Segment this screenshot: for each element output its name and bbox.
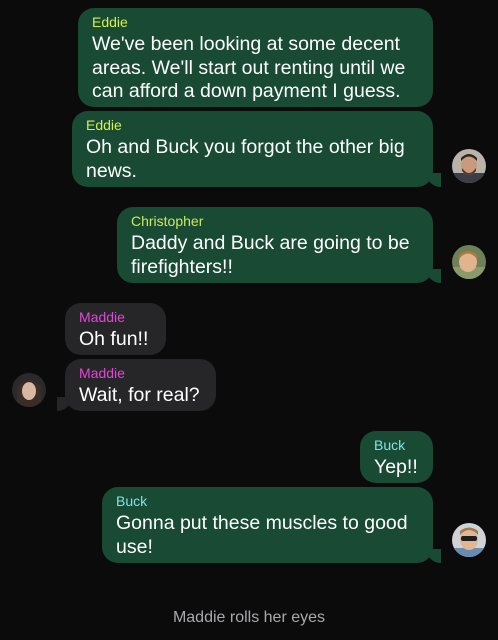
- sender-name: Maddie: [79, 365, 125, 381]
- sender-name: Buck: [116, 493, 148, 509]
- message-text: Oh fun!!: [79, 328, 149, 350]
- avatar-image: [452, 149, 486, 183]
- bubble-tail: [57, 397, 71, 411]
- sender-name: Eddie: [92, 14, 128, 30]
- avatar-image: [452, 245, 486, 279]
- bubble-tail: [427, 173, 441, 187]
- sender-name: Buck: [374, 437, 406, 453]
- message-bubble-eddie[interactable]: Eddie We've been looking at some decent …: [78, 8, 433, 107]
- message-text: Yep!!: [374, 456, 418, 478]
- message-text: Oh and Buck you forgot the other big new…: [86, 136, 405, 182]
- message-bubble-eddie[interactable]: Eddie Oh and Buck you forgot the other b…: [72, 111, 433, 187]
- bubble-tail: [427, 269, 441, 283]
- message-text: Daddy and Buck are going to be firefight…: [131, 232, 410, 278]
- message-bubble-maddie[interactable]: Maddie Oh fun!!: [65, 303, 166, 355]
- message-text: Gonna put these muscles to good use!: [116, 512, 408, 558]
- message-text: We've been looking at some decent areas.…: [92, 33, 406, 102]
- buck-avatar[interactable]: [452, 523, 486, 557]
- message-bubble-christopher[interactable]: Christopher Daddy and Buck are going to …: [117, 207, 433, 283]
- message-bubble-buck[interactable]: Buck Yep!!: [360, 431, 433, 483]
- sender-name: Christopher: [131, 213, 204, 229]
- message-text: Wait, for real?: [79, 384, 200, 406]
- message-bubble-buck[interactable]: Buck Gonna put these muscles to good use…: [102, 487, 433, 563]
- sender-name: Maddie: [79, 309, 125, 325]
- eddie-avatar[interactable]: [452, 149, 486, 183]
- sender-name: Eddie: [86, 117, 122, 133]
- avatar-image: [452, 523, 486, 557]
- message-bubble-maddie[interactable]: Maddie Wait, for real?: [65, 359, 216, 411]
- avatar-image: [12, 373, 46, 407]
- christopher-avatar[interactable]: [452, 245, 486, 279]
- bubble-tail: [427, 549, 441, 563]
- system-message: Maddie rolls her eyes: [172, 609, 326, 626]
- maddie-avatar[interactable]: [12, 373, 46, 407]
